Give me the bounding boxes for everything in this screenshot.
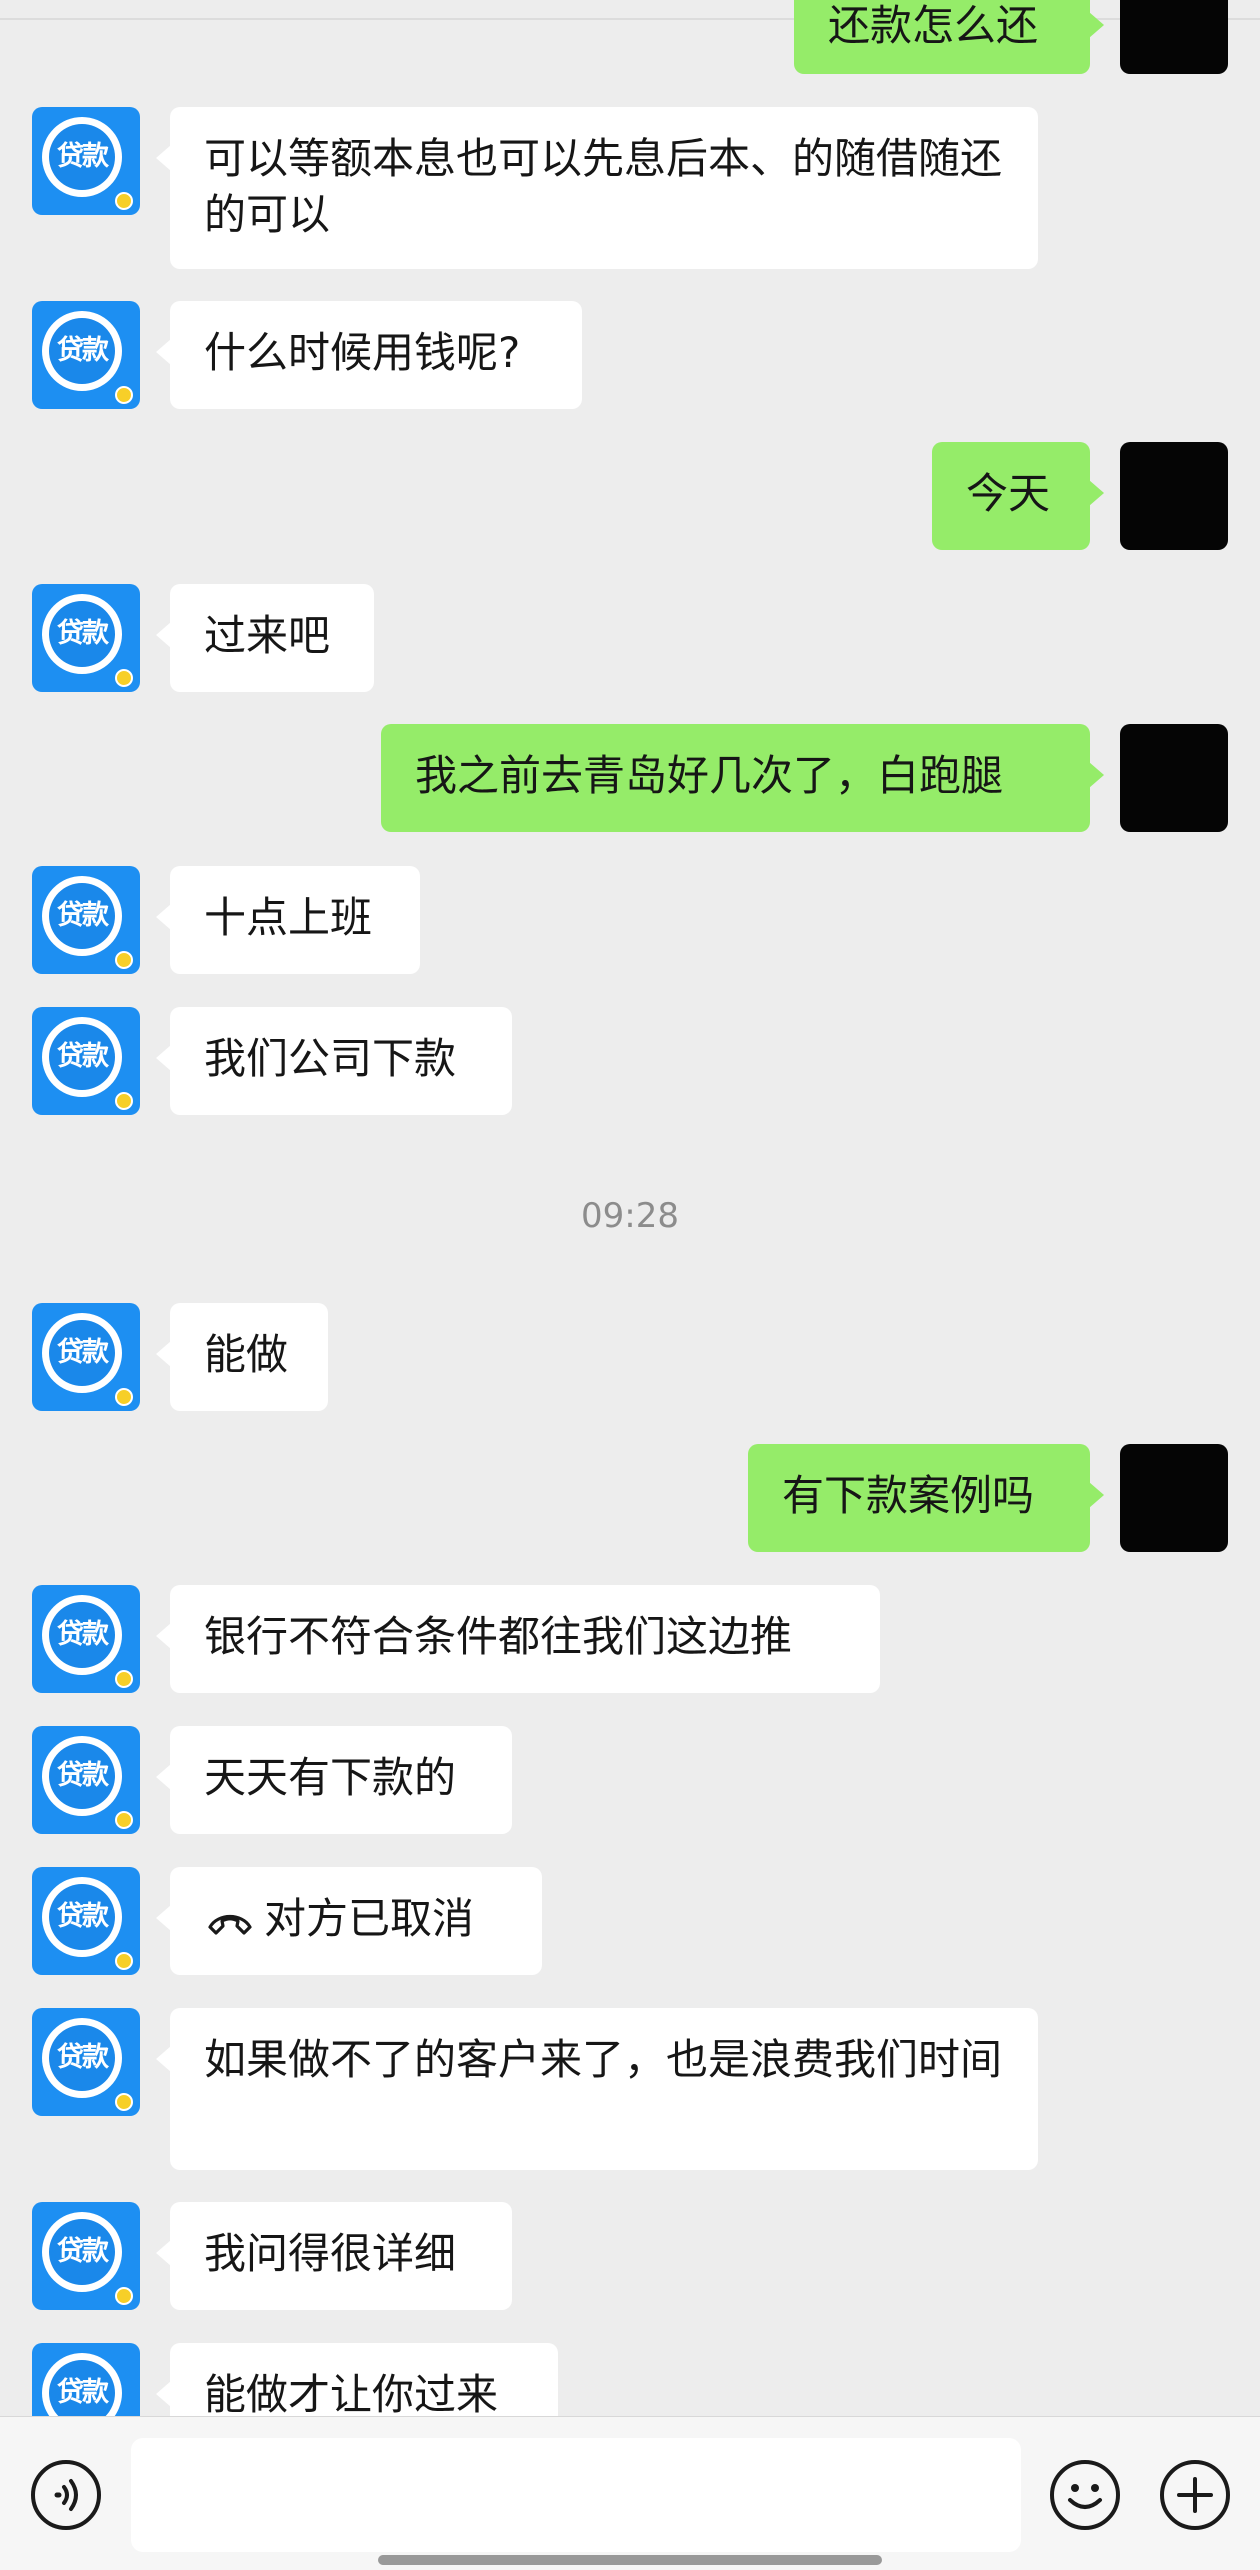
message-received[interactable]: 我问得很详细 xyxy=(156,2202,512,2310)
avatar-logo-text: 贷款 xyxy=(49,1884,115,1950)
message-text: 对方已取消 xyxy=(264,1894,475,1943)
message-text: 天天有下款的 xyxy=(204,1753,457,1802)
chat-area[interactable]: 还款怎么还 贷款 可以等额本息也可以先息后本、的随借随还的可以 贷款 什么时候用… xyxy=(0,0,1260,2416)
my-avatar[interactable] xyxy=(1120,1444,1228,1552)
message-received[interactable]: 我们公司下款 xyxy=(156,1007,512,1115)
message-text: 我之前去青岛好几次了，白跑腿 xyxy=(415,751,1004,800)
avatar-dot xyxy=(115,1092,133,1110)
contact-avatar[interactable]: 贷款 xyxy=(32,1867,140,1975)
message-received[interactable]: 银行不符合条件都往我们这边推 xyxy=(156,1585,880,1693)
avatar-dot xyxy=(115,951,133,969)
message-sent[interactable]: 今天 xyxy=(932,442,1104,550)
avatar-dot xyxy=(115,1670,133,1688)
message-received[interactable]: 天天有下款的 xyxy=(156,1726,512,1834)
message-text: 十点上班 xyxy=(204,893,373,942)
message-text: 什么时候用钱呢? xyxy=(204,328,521,377)
my-avatar[interactable] xyxy=(1120,0,1228,74)
avatar-dot xyxy=(115,1388,133,1406)
avatar-dot xyxy=(115,669,133,687)
message-text: 还款怎么还 xyxy=(828,1,1039,50)
message-text: 有下款案例吗 xyxy=(782,1471,1035,1520)
timestamp: 09:28 xyxy=(581,1196,679,1236)
avatar-logo-text: 贷款 xyxy=(49,1320,115,1386)
message-sent[interactable]: 我之前去青岛好几次了，白跑腿 xyxy=(381,724,1104,832)
avatar-logo-text: 贷款 xyxy=(49,601,115,667)
home-indicator xyxy=(378,2555,882,2565)
voice-icon[interactable] xyxy=(29,2458,103,2532)
avatar-dot xyxy=(115,2093,133,2111)
contact-avatar[interactable]: 贷款 xyxy=(32,1726,140,1834)
contact-avatar[interactable]: 贷款 xyxy=(32,2202,140,2310)
contact-avatar[interactable]: 贷款 xyxy=(32,2343,140,2416)
message-input[interactable] xyxy=(131,2438,1021,2552)
avatar-logo-text: 贷款 xyxy=(49,1024,115,1090)
avatar-dot xyxy=(115,1811,133,1829)
message-text: 我问得很详细 xyxy=(204,2229,457,2278)
emoji-icon[interactable] xyxy=(1048,2458,1122,2532)
message-text: 我们公司下款 xyxy=(204,1034,457,1083)
contact-avatar[interactable]: 贷款 xyxy=(32,1303,140,1411)
avatar-dot xyxy=(115,192,133,210)
message-text: 今天 xyxy=(966,469,1051,518)
message-text: 能做才让你过来 xyxy=(204,2370,499,2416)
avatar-logo-text: 贷款 xyxy=(49,318,115,384)
message-received[interactable]: 能做 xyxy=(156,1303,328,1411)
avatar-logo-text: 贷款 xyxy=(49,883,115,949)
message-sent[interactable]: 有下款案例吗 xyxy=(748,1444,1104,1552)
contact-avatar[interactable]: 贷款 xyxy=(32,1585,140,1693)
avatar-logo-text: 贷款 xyxy=(49,1743,115,1809)
message-text: 能做 xyxy=(204,1330,289,1379)
avatar-dot xyxy=(115,1952,133,1970)
message-sent[interactable]: 还款怎么还 xyxy=(794,0,1104,74)
avatar-dot xyxy=(115,386,133,404)
contact-avatar[interactable]: 贷款 xyxy=(32,584,140,692)
message-received[interactable]: 如果做不了的客户来了，也是浪费我们时间 xyxy=(156,2008,1038,2170)
message-call-cancelled[interactable]: 对方已取消 xyxy=(156,1867,542,1975)
message-text: 过来吧 xyxy=(204,611,331,660)
avatar-logo-text: 贷款 xyxy=(49,124,115,190)
message-received[interactable]: 能做才让你过来 xyxy=(156,2343,558,2416)
contact-avatar[interactable]: 贷款 xyxy=(32,1007,140,1115)
message-text: 如果做不了的客户来了，也是浪费我们时间 xyxy=(204,2035,1003,2084)
message-received[interactable]: 可以等额本息也可以先息后本、的随借随还的可以 xyxy=(156,107,1038,269)
my-avatar[interactable] xyxy=(1120,724,1228,832)
avatar-dot xyxy=(115,2287,133,2305)
message-received[interactable]: 过来吧 xyxy=(156,584,374,692)
input-bar xyxy=(0,2416,1260,2570)
contact-avatar[interactable]: 贷款 xyxy=(32,866,140,974)
avatar-logo-text: 贷款 xyxy=(49,2219,115,2285)
my-avatar[interactable] xyxy=(1120,442,1228,550)
contact-avatar[interactable]: 贷款 xyxy=(32,301,140,409)
phone-hangup-icon xyxy=(208,1914,252,1935)
message-received[interactable]: 什么时候用钱呢? xyxy=(156,301,582,409)
contact-avatar[interactable]: 贷款 xyxy=(32,107,140,215)
message-text: 银行不符合条件都往我们这边推 xyxy=(204,1612,793,1661)
avatar-logo-text: 贷款 xyxy=(49,2025,115,2091)
message-received[interactable]: 十点上班 xyxy=(156,866,420,974)
avatar-logo-text: 贷款 xyxy=(49,1602,115,1668)
contact-avatar[interactable]: 贷款 xyxy=(32,2008,140,2116)
message-text: 可以等额本息也可以先息后本、的随借随还的可以 xyxy=(204,134,1003,239)
plus-icon[interactable] xyxy=(1158,2458,1232,2532)
